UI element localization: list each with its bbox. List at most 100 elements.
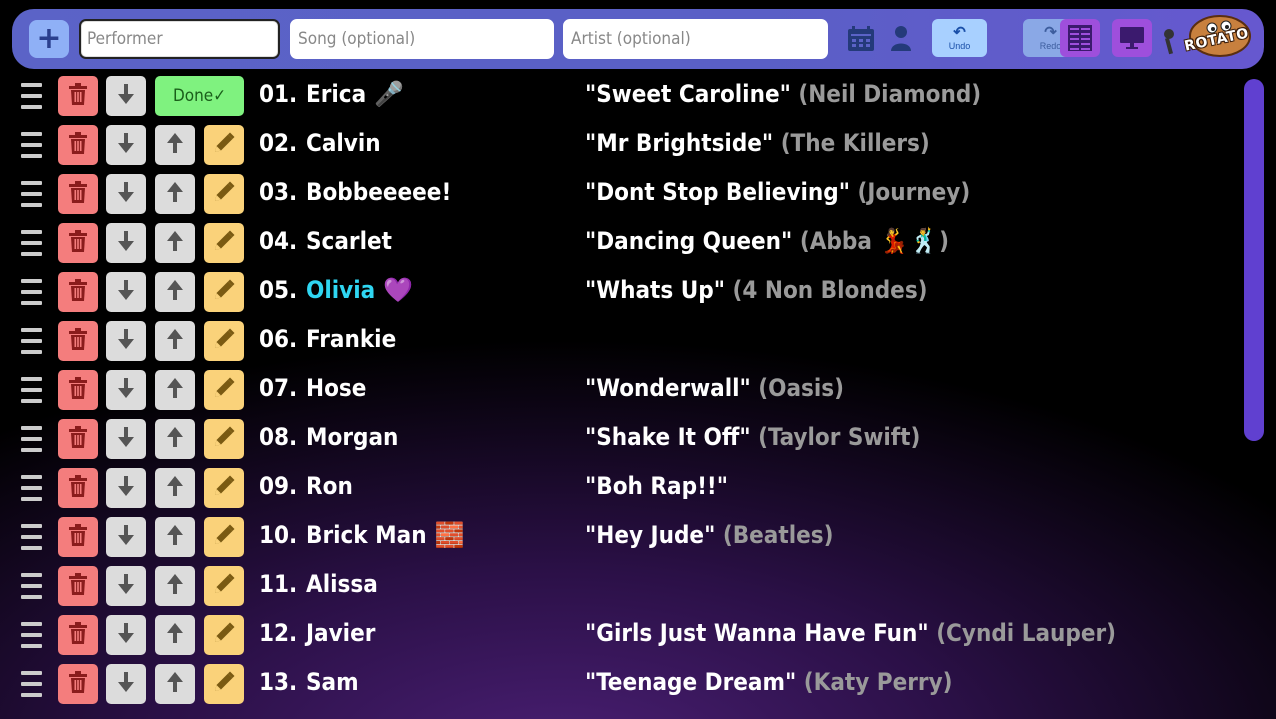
drag-handle-icon[interactable]	[21, 279, 42, 305]
drag-handle-icon[interactable]	[21, 377, 42, 403]
drag-handle-icon[interactable]	[21, 622, 42, 648]
delete-button[interactable]	[58, 517, 98, 557]
move-up-button[interactable]	[155, 615, 195, 655]
drag-handle-icon[interactable]	[21, 426, 42, 452]
edit-button[interactable]	[204, 468, 244, 508]
edit-button[interactable]	[204, 517, 244, 557]
arrow-up-icon	[165, 279, 185, 306]
calendar-button[interactable]	[846, 25, 876, 53]
list-view-button[interactable]	[1060, 19, 1100, 57]
queue-number: 02.	[259, 129, 298, 157]
arrow-up-icon	[165, 524, 185, 551]
move-up-button[interactable]	[155, 468, 195, 508]
scrollbar-thumb[interactable]	[1244, 79, 1264, 441]
drag-handle-icon[interactable]	[21, 132, 42, 158]
edit-button[interactable]	[204, 615, 244, 655]
delete-button[interactable]	[58, 615, 98, 655]
performer-name-text: Morgan	[306, 423, 399, 451]
queue-number: 03.	[259, 178, 298, 206]
delete-button[interactable]	[58, 370, 98, 410]
queue-row: 06. Frankie	[0, 320, 1230, 362]
song-input[interactable]	[290, 19, 554, 59]
delete-button[interactable]	[58, 321, 98, 361]
edit-button[interactable]	[204, 321, 244, 361]
move-down-button[interactable]	[106, 76, 146, 116]
delete-button[interactable]	[58, 664, 98, 704]
drag-handle-icon[interactable]	[21, 328, 42, 354]
drag-handle-icon[interactable]	[21, 230, 42, 256]
undo-button[interactable]: ↶ Undo	[932, 19, 987, 57]
move-down-button[interactable]	[106, 468, 146, 508]
display-button[interactable]	[1112, 19, 1152, 57]
drag-handle-icon[interactable]	[21, 181, 42, 207]
delete-button[interactable]	[58, 125, 98, 165]
drag-handle-icon[interactable]	[21, 573, 42, 599]
song-artist: (Abba 💃🕺)	[799, 227, 950, 255]
user-button[interactable]	[888, 24, 914, 52]
edit-button[interactable]	[204, 566, 244, 606]
drag-handle-icon[interactable]	[21, 524, 42, 550]
edit-button[interactable]	[204, 272, 244, 312]
queue-row: 10. Brick Man 🧱 "Hey Jude" (Beatles)	[0, 516, 1230, 558]
arrow-down-icon	[116, 279, 136, 306]
performer-name: Morgan	[306, 423, 398, 451]
move-down-button[interactable]	[106, 566, 146, 606]
song-title: "Whats Up"	[585, 276, 725, 304]
move-up-button[interactable]	[155, 566, 195, 606]
delete-button[interactable]	[58, 468, 98, 508]
edit-button[interactable]	[204, 370, 244, 410]
move-up-button[interactable]	[155, 419, 195, 459]
delete-button[interactable]	[58, 76, 98, 116]
delete-button[interactable]	[58, 419, 98, 459]
song-info: "Hey Jude" (Beatles)	[585, 521, 833, 549]
trash-icon	[68, 376, 88, 404]
pencil-icon	[212, 523, 236, 552]
delete-button[interactable]	[58, 223, 98, 263]
move-down-button[interactable]	[106, 223, 146, 263]
queue-number: 11.	[259, 570, 298, 598]
move-down-button[interactable]	[106, 664, 146, 704]
song-artist: (Cyndi Lauper)	[936, 619, 1117, 647]
move-up-button[interactable]	[155, 272, 195, 312]
song-title: "Sweet Caroline"	[585, 80, 791, 108]
move-down-button[interactable]	[106, 419, 146, 459]
move-down-button[interactable]	[106, 174, 146, 214]
queue-row: 13. Sam "Teenage Dream" (Katy Perry)	[0, 663, 1230, 705]
move-up-button[interactable]	[155, 517, 195, 557]
move-up-button[interactable]	[155, 125, 195, 165]
add-performer-button[interactable]: +	[29, 20, 69, 58]
trash-icon	[68, 180, 88, 208]
edit-button[interactable]	[204, 419, 244, 459]
done-button[interactable]: Done✓	[155, 76, 244, 116]
move-down-button[interactable]	[106, 321, 146, 361]
move-down-button[interactable]	[106, 272, 146, 312]
drag-handle-icon[interactable]	[21, 671, 42, 697]
move-down-button[interactable]	[106, 370, 146, 410]
arrow-down-icon	[116, 83, 136, 110]
move-up-button[interactable]	[155, 321, 195, 361]
edit-button[interactable]	[204, 223, 244, 263]
delete-button[interactable]	[58, 566, 98, 606]
artist-input[interactable]	[563, 19, 828, 59]
performer-name: Brick Man 🧱	[306, 521, 465, 549]
pencil-icon	[212, 131, 236, 160]
delete-button[interactable]	[58, 272, 98, 312]
move-down-button[interactable]	[106, 615, 146, 655]
delete-button[interactable]	[58, 174, 98, 214]
move-up-button[interactable]	[155, 223, 195, 263]
performer-emoji: 🎤	[374, 80, 405, 108]
edit-button[interactable]	[204, 125, 244, 165]
move-down-button[interactable]	[106, 125, 146, 165]
move-down-button[interactable]	[106, 517, 146, 557]
performer-name-text: Erica	[306, 80, 367, 108]
move-up-button[interactable]	[155, 664, 195, 704]
edit-button[interactable]	[204, 664, 244, 704]
edit-button[interactable]	[204, 174, 244, 214]
arrow-down-icon	[116, 426, 136, 453]
trash-icon	[68, 523, 88, 551]
drag-handle-icon[interactable]	[21, 83, 42, 109]
move-up-button[interactable]	[155, 174, 195, 214]
performer-input[interactable]	[79, 19, 280, 59]
drag-handle-icon[interactable]	[21, 475, 42, 501]
move-up-button[interactable]	[155, 370, 195, 410]
